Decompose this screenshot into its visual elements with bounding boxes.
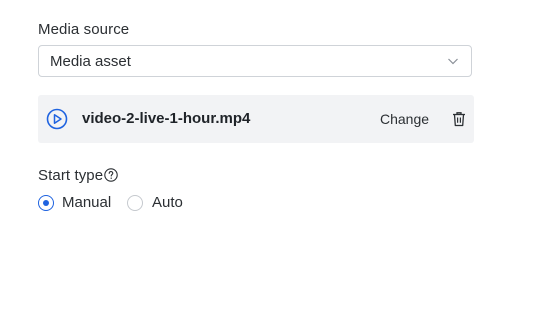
help-icon[interactable] [104, 168, 118, 182]
media-file-card: video-2-live-1-hour.mp4 Change [38, 95, 474, 143]
trash-icon[interactable] [452, 111, 466, 127]
start-type-label: Start type [38, 167, 104, 184]
media-source-select[interactable]: Media asset [38, 45, 472, 77]
chevron-down-icon [448, 58, 458, 65]
play-circle-icon[interactable] [46, 108, 68, 130]
start-type-manual-label[interactable]: Manual [62, 194, 111, 211]
media-source-value: Media asset [50, 52, 131, 70]
start-type-auto-label[interactable]: Auto [152, 194, 183, 211]
start-type-manual-radio[interactable] [38, 195, 54, 211]
media-source-label: Media source [38, 21, 130, 38]
change-button[interactable]: Change [380, 111, 429, 127]
start-type-auto-radio[interactable] [127, 195, 143, 211]
file-name: video-2-live-1-hour.mp4 [82, 110, 251, 127]
media-settings-panel: Media source Media asset video-2-live-1-… [0, 0, 553, 311]
